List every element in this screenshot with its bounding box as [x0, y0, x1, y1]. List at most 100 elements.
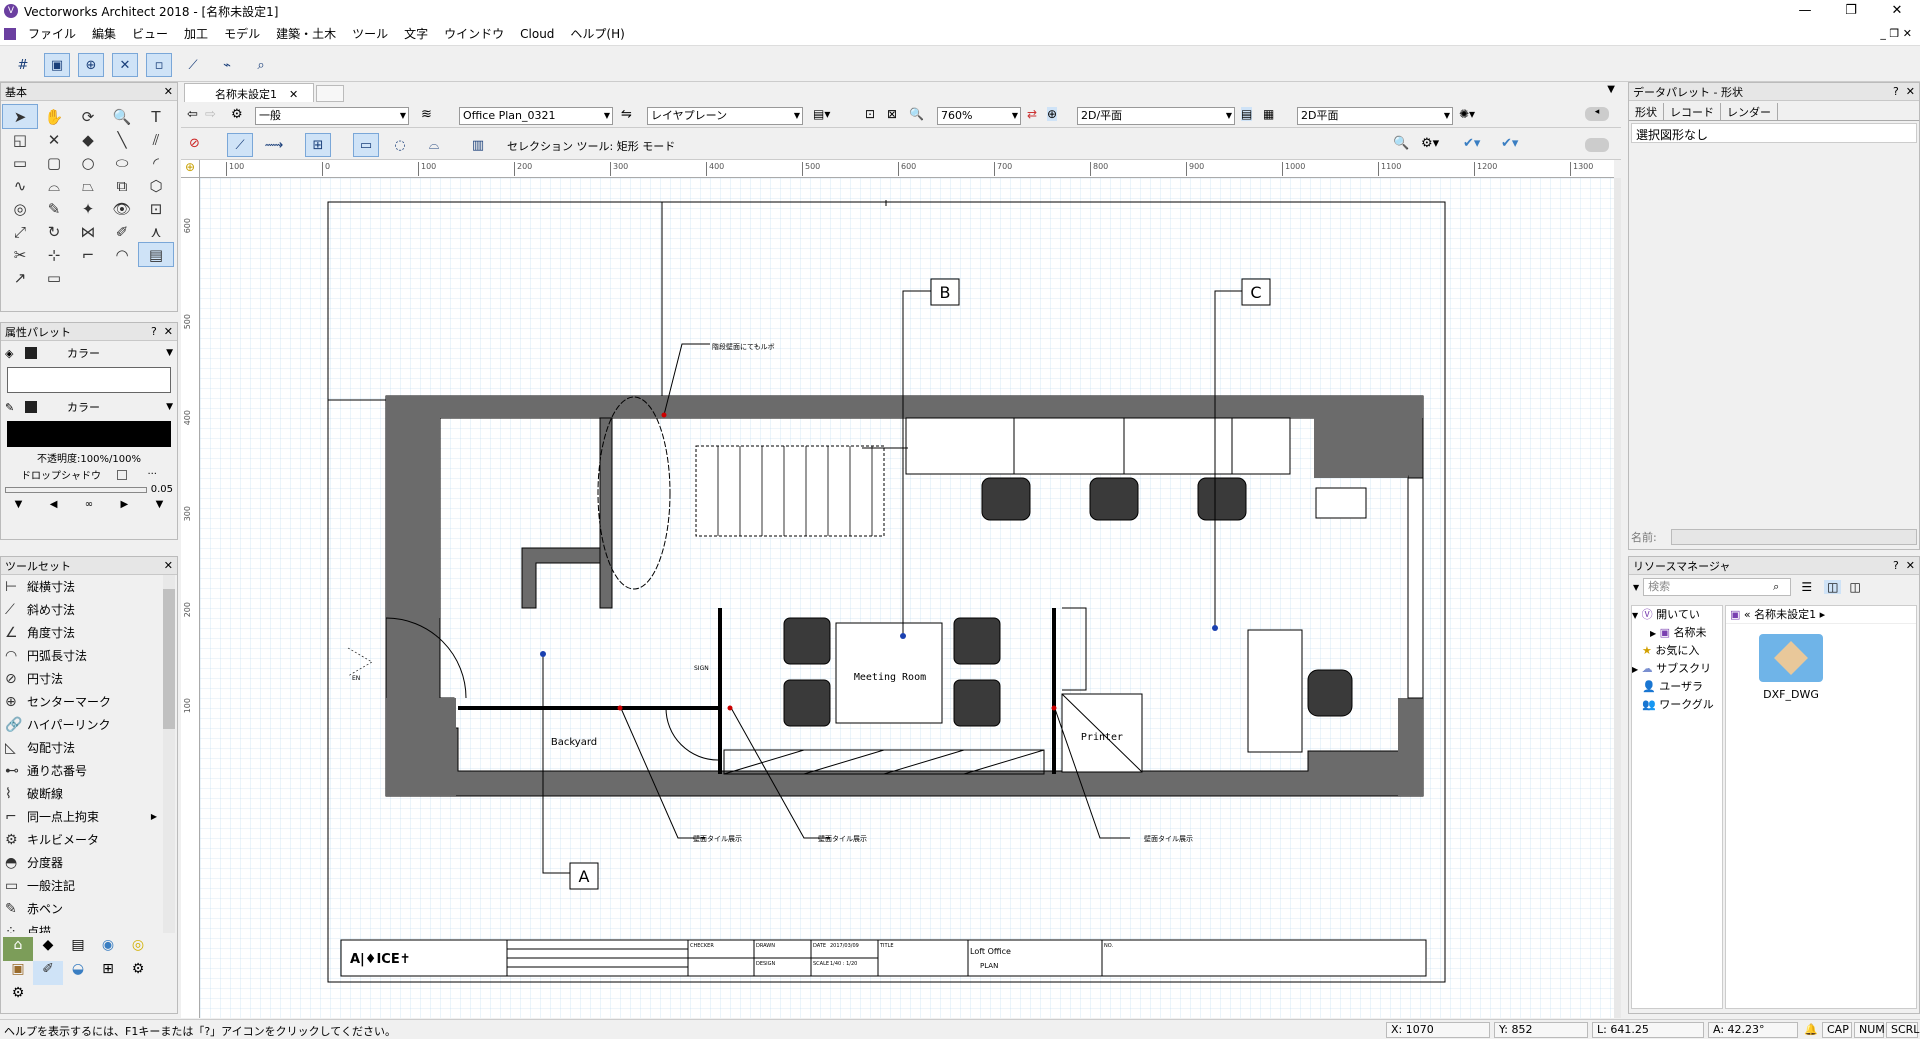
- drawing-label-tool-icon[interactable]: ▤: [138, 242, 174, 267]
- attribute-mapping-icon[interactable]: ◆: [71, 128, 105, 151]
- double-polygon-tool-icon[interactable]: ⧉: [105, 174, 139, 197]
- bell-icon[interactable]: 🔔: [1804, 1023, 1818, 1036]
- arc-tool-icon[interactable]: ◜: [139, 151, 173, 174]
- close-icon[interactable]: ✕: [164, 85, 173, 98]
- snap-smart-point-icon[interactable]: ⌁: [214, 53, 240, 77]
- polyline-tool-icon[interactable]: ⌓: [37, 174, 71, 197]
- pen-type-label[interactable]: カラー: [67, 399, 166, 415]
- saved-view-icon[interactable]: ▤▾: [813, 107, 830, 121]
- chevron-down-icon[interactable]: ▼: [166, 348, 173, 358]
- resource-folder[interactable]: DXF_DWG: [1756, 634, 1826, 701]
- toolset-item[interactable]: ◺ 勾配寸法: [1, 736, 177, 759]
- mode-grid-icon[interactable]: ⊞: [305, 133, 331, 157]
- zoom-page-icon[interactable]: ⊠: [887, 107, 897, 121]
- visibility-tool-icon[interactable]: 👁: [105, 197, 139, 220]
- tree-item-current[interactable]: ▶ ▣ 名称未: [1632, 624, 1722, 642]
- mode-multi-icon[interactable]: ⟿: [261, 133, 287, 157]
- tab-shape[interactable]: 形状: [1629, 103, 1664, 121]
- rectangle-tool-icon[interactable]: ▭: [3, 151, 37, 174]
- machine-icon[interactable]: ⚙: [123, 961, 153, 985]
- line-weight-slider[interactable]: [5, 486, 147, 493]
- toolset-item[interactable]: ∠ 角度寸法: [1, 621, 177, 644]
- rotate-tool-icon[interactable]: ↻: [37, 220, 71, 243]
- fill-preview[interactable]: [7, 367, 171, 393]
- pen-preview[interactable]: [7, 421, 171, 447]
- move-tool-icon[interactable]: ↗: [3, 266, 37, 289]
- mode-polygon-icon[interactable]: ⌓: [421, 133, 447, 157]
- tree-item-subscriptions[interactable]: ▶ ☁ サブスクリ: [1632, 660, 1722, 678]
- pan-tool-icon[interactable]: ✋: [37, 105, 71, 128]
- check2-icon[interactable]: ✔▾: [1501, 136, 1518, 151]
- plane-icon[interactable]: ⇋: [621, 107, 632, 122]
- tab-render[interactable]: レンダー: [1721, 103, 1778, 121]
- flyover-tool-icon[interactable]: ⟳: [71, 105, 105, 128]
- snap-intersection-icon[interactable]: ✕: [112, 53, 138, 77]
- menu-edit[interactable]: 編集: [84, 25, 124, 42]
- drawing-svg[interactable]: A B C Meeting Room Backyard Printer 階段壁面…: [200, 178, 1614, 1018]
- reshape-tool-icon[interactable]: ⤢: [3, 220, 37, 243]
- mode-lasso-icon[interactable]: ◌: [387, 133, 413, 157]
- tree-item-workgroup[interactable]: 👥 ワークグル: [1632, 696, 1722, 714]
- tree-item-open[interactable]: ▼ Ⓥ 開いてい: [1632, 606, 1722, 624]
- drawing-canvas[interactable]: A B C Meeting Room Backyard Printer 階段壁面…: [200, 178, 1614, 1018]
- help-close-icons[interactable]: ? ✕: [151, 325, 173, 338]
- resource-breadcrumb[interactable]: ▣ « 名称未設定1 ▸: [1726, 606, 1916, 624]
- circle-tool-icon[interactable]: ○: [71, 151, 105, 174]
- toolset-item[interactable]: ⌐ 同一点上拘束 ▶: [1, 805, 177, 828]
- render-mode-icon[interactable]: ▤: [1241, 107, 1253, 121]
- back-icon[interactable]: ⇦: [187, 107, 198, 122]
- layer-plane-select[interactable]: レイヤプレーン: [647, 107, 803, 125]
- render-select[interactable]: 2D平面: [1297, 107, 1453, 125]
- toolset-item[interactable]: ◠ 円弧長寸法: [1, 644, 177, 667]
- menu-window[interactable]: ウインドウ: [436, 25, 512, 42]
- help-close-icons[interactable]: ? ✕: [1893, 559, 1915, 572]
- arrow-right-icon[interactable]: ▶: [121, 499, 129, 510]
- zoom-tool-icon[interactable]: 🔍: [105, 105, 139, 128]
- minimize-icon[interactable]: —: [1782, 0, 1828, 22]
- split-tool-icon[interactable]: ✂: [3, 243, 37, 266]
- arrow-end-icon[interactable]: ▼: [156, 499, 164, 510]
- building-shell-icon[interactable]: ⌂: [3, 937, 33, 961]
- fill-swatch[interactable]: [25, 347, 37, 359]
- line-tool-icon[interactable]: ╲: [105, 128, 139, 151]
- building-icon[interactable]: ▣: [3, 961, 33, 985]
- maximize-icon[interactable]: ❐: [1828, 0, 1874, 22]
- check-icon[interactable]: ✔▾: [1463, 136, 1480, 151]
- fillet-tool-icon[interactable]: ⌐: [71, 243, 105, 266]
- menu-tools[interactable]: ツール: [344, 25, 396, 42]
- menu-text[interactable]: 文字: [396, 25, 436, 42]
- settings-gear-icon[interactable]: ⚙: [3, 985, 33, 1009]
- tab-record[interactable]: レコード: [1664, 103, 1721, 121]
- help-close-icons[interactable]: ? ✕: [1893, 85, 1915, 98]
- mode-rectangle-icon[interactable]: ▭: [353, 133, 379, 157]
- settings-icon[interactable]: ⚙▾: [1421, 136, 1439, 151]
- text-tool-icon[interactable]: T: [139, 105, 173, 128]
- chevron-down-icon[interactable]: ▼: [166, 402, 173, 412]
- snap-edge-icon[interactable]: ⌕: [248, 53, 274, 77]
- connect-tool-icon[interactable]: ⋏: [139, 220, 173, 243]
- rounded-rectangle-tool-icon[interactable]: ▢: [37, 151, 71, 174]
- mode-single-icon[interactable]: ⟋: [227, 133, 253, 157]
- split-view-icon[interactable]: ◫: [1824, 580, 1842, 594]
- menu-modify[interactable]: 加工: [176, 25, 216, 42]
- toolset-item[interactable]: ▭ 一般注記: [1, 874, 177, 897]
- freehand-tool-icon[interactable]: ∿: [3, 174, 37, 197]
- polygon-tool-icon[interactable]: ⏢: [71, 174, 105, 197]
- toolset-item[interactable]: ⊷ 通り芯番号: [1, 759, 177, 782]
- fasteners-icon[interactable]: ⊞: [93, 961, 123, 985]
- callout-tool-icon[interactable]: ◱: [3, 128, 37, 151]
- toolset-item[interactable]: ⊢ 縦横寸法: [1, 575, 177, 598]
- snap-tangent-icon[interactable]: ⟋: [180, 53, 206, 77]
- search-icon[interactable]: ⌕: [1773, 580, 1779, 594]
- tabs-dropdown-icon[interactable]: ▼: [1607, 84, 1615, 95]
- toolset-item[interactable]: ✎ 赤ペン: [1, 897, 177, 920]
- locus-tool-icon[interactable]: ✕: [37, 128, 71, 151]
- opacity-label[interactable]: 不透明度:100%/100%: [1, 450, 177, 465]
- menu-help[interactable]: ヘルプ(H): [562, 25, 632, 42]
- magic-wand-tool-icon[interactable]: ✦: [71, 197, 105, 220]
- layer-select[interactable]: Office Plan_0321: [459, 107, 613, 125]
- toolset-scrollbar[interactable]: [163, 575, 175, 933]
- 3d-modeling-icon[interactable]: ◒: [63, 961, 93, 985]
- lighting-icon[interactable]: ✺▾: [1459, 107, 1475, 121]
- layer-icon[interactable]: ≋: [421, 107, 432, 122]
